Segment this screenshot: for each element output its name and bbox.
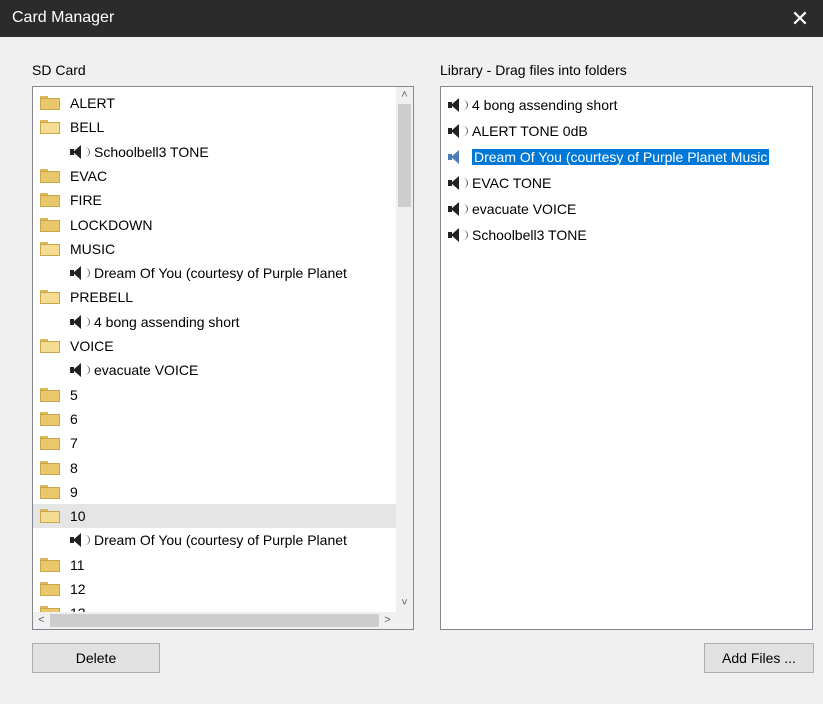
speaker-icon — [446, 228, 468, 242]
folder-icon — [40, 339, 60, 353]
tree-folder-item[interactable]: 8 — [33, 456, 396, 480]
folder-icon — [40, 436, 60, 451]
library-file-item[interactable]: ALERT TONE 0dB — [446, 119, 588, 143]
speaker-icon — [446, 124, 468, 138]
tree-item-label: ALERT — [70, 95, 115, 111]
tree-folder-item[interactable]: EVAC — [33, 164, 396, 188]
speaker-icon — [68, 363, 90, 378]
tree-item-label: BELL — [70, 119, 105, 136]
folder-icon — [40, 411, 60, 426]
tree-item-label: EVAC — [70, 167, 108, 184]
folder-icon — [40, 168, 60, 183]
library-file-item[interactable]: Schoolbell3 TONE — [446, 223, 587, 247]
library-list[interactable]: 4 bong assending short ALERT TONE 0dB Drea… — [440, 86, 813, 630]
folder-icon — [40, 120, 60, 135]
scroll-right-arrow-icon[interactable]: > — [379, 612, 396, 629]
sd-card-horizontal-scroll-thumb[interactable] — [50, 614, 379, 627]
tree-item-label: 6 — [70, 410, 78, 427]
tree-item-label: 5 — [70, 386, 78, 403]
tree-item-label: Dream Of You (courtesy of Purple Planet — [94, 265, 347, 282]
tree-item-label: 12 — [70, 581, 86, 597]
tree-item-label: Dream Of You (courtesy of Purple Planet — [94, 532, 347, 549]
speaker-icon — [446, 150, 468, 164]
scroll-up-arrow-icon[interactable]: ˄ — [396, 87, 413, 104]
sd-card-horizontal-scrollbar[interactable]: < > — [33, 612, 396, 629]
library-file-item[interactable]: Dream Of You (courtesy of Purple Planet … — [446, 145, 770, 169]
tree-folder-item[interactable]: MUSIC — [33, 237, 396, 261]
tree-item-label: 8 — [70, 459, 78, 476]
folder-icon — [40, 557, 60, 572]
tree-file-item[interactable]: Schoolbell3 TONE — [33, 140, 396, 164]
library-file-item[interactable]: 4 bong assending short — [446, 93, 618, 117]
tree-item-label: VOICE — [70, 338, 114, 354]
tree-item-label: evacuate VOICE — [94, 362, 199, 379]
tree-item-label: LOCKDOWN — [70, 216, 153, 233]
tree-folder-item[interactable]: 12 — [33, 577, 396, 601]
title-bar: Card Manager ✕ — [0, 0, 823, 37]
sd-card-tree[interactable]: ALERT BELL Schoolbell3 TONE EVAC FIRE LOCKDOW… — [32, 86, 414, 630]
tree-file-item[interactable]: evacuate VOICE — [33, 358, 396, 382]
sd-card-vertical-scrollbar[interactable]: ˄ ˅ — [396, 87, 413, 612]
tree-folder-item[interactable]: 6 — [33, 407, 396, 431]
scroll-down-arrow-icon[interactable]: ˅ — [396, 595, 413, 612]
tree-item-label: 9 — [70, 483, 78, 500]
tree-item-label: 4 bong assending short — [94, 313, 240, 330]
library-item-label: ALERT TONE 0dB — [472, 123, 588, 139]
close-button[interactable]: ✕ — [777, 0, 823, 37]
tree-item-label: PREBELL — [70, 289, 134, 306]
tree-folder-item[interactable]: 5 — [33, 383, 396, 407]
folder-icon — [40, 509, 60, 524]
tree-folder-item[interactable]: LOCKDOWN — [33, 213, 396, 237]
tree-item-label: 10 — [70, 508, 86, 525]
library-item-label: evacuate VOICE — [472, 201, 577, 217]
tree-folder-item[interactable]: 9 — [33, 480, 396, 504]
delete-button[interactable]: Delete — [32, 643, 160, 673]
speaker-icon — [68, 533, 90, 548]
library-file-item[interactable]: evacuate VOICE — [446, 197, 576, 221]
tree-item-label: Schoolbell3 TONE — [94, 143, 209, 160]
folder-icon — [40, 484, 60, 499]
tree-item-label: FIRE — [70, 192, 102, 209]
speaker-icon — [446, 202, 468, 216]
folder-icon — [40, 460, 60, 475]
sd-card-vertical-scroll-thumb[interactable] — [398, 104, 411, 207]
folder-icon — [40, 193, 60, 208]
library-item-label: EVAC TONE — [472, 175, 552, 191]
folder-icon — [40, 241, 60, 256]
tree-folder-item[interactable]: VOICE — [33, 334, 396, 358]
folder-icon — [40, 217, 60, 232]
library-file-item[interactable]: EVAC TONE — [446, 171, 551, 195]
speaker-icon — [68, 266, 90, 281]
tree-folder-item[interactable]: ALERT — [33, 91, 396, 115]
library-label: Library - Drag files into folders — [440, 62, 627, 78]
tree-folder-item[interactable]: 11 — [33, 553, 396, 577]
scroll-corner — [396, 612, 413, 629]
folder-icon — [40, 96, 60, 110]
folder-icon — [40, 387, 60, 402]
add-files-button[interactable]: Add Files ... — [704, 643, 814, 673]
tree-file-item[interactable]: Dream Of You (courtesy of Purple Planet — [33, 528, 396, 552]
library-item-label: Dream Of You (courtesy of Purple Planet … — [472, 149, 770, 165]
tree-item-label: 7 — [70, 435, 78, 452]
tree-folder-item[interactable]: BELL — [33, 115, 396, 139]
tree-item-label: MUSIC — [70, 240, 116, 257]
tree-file-item[interactable]: 4 bong assending short — [33, 310, 396, 334]
speaker-icon — [68, 144, 90, 159]
window-title: Card Manager — [12, 9, 115, 26]
folder-icon — [40, 290, 60, 305]
speaker-icon — [446, 98, 468, 112]
sd-card-label: SD Card — [32, 62, 86, 78]
tree-folder-item[interactable]: 10 — [33, 504, 396, 529]
speaker-icon — [446, 176, 468, 190]
library-item-label: 4 bong assending short — [472, 97, 618, 113]
tree-item-label: 11 — [70, 556, 85, 573]
scroll-left-arrow-icon[interactable]: < — [33, 612, 50, 629]
speaker-icon — [68, 314, 90, 329]
tree-folder-item[interactable]: 7 — [33, 431, 396, 455]
tree-folder-item[interactable]: PREBELL — [33, 285, 396, 309]
library-item-label: Schoolbell3 TONE — [472, 227, 587, 243]
folder-icon — [40, 582, 60, 596]
tree-file-item[interactable]: Dream Of You (courtesy of Purple Planet — [33, 261, 396, 285]
tree-folder-item[interactable]: FIRE — [33, 188, 396, 212]
